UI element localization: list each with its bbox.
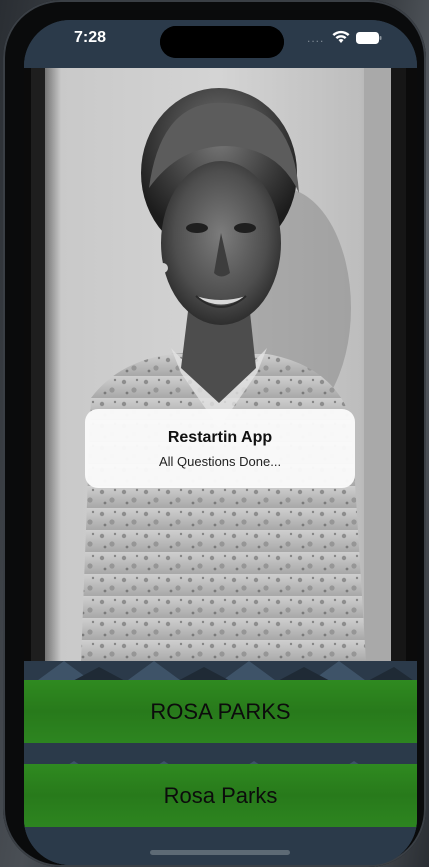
phone-screen: 7:28 .... Restartin App All Questions Do… <box>24 20 417 865</box>
status-bar: 7:28 .... <box>24 20 417 68</box>
bottom-area <box>24 827 417 865</box>
wifi-icon <box>332 30 350 43</box>
portrait-photo <box>31 68 406 661</box>
signal-dots: .... <box>307 31 325 45</box>
home-indicator[interactable] <box>150 850 290 855</box>
answer-button-2[interactable]: Rosa Parks <box>24 764 417 827</box>
alert-title: Restartin App <box>167 429 273 446</box>
battery-icon <box>356 32 382 44</box>
island-pill <box>160 26 238 58</box>
alert-dialog[interactable]: Restartin App All Questions Done... <box>85 409 355 488</box>
answer-button-1[interactable]: ROSA PARKS <box>24 680 417 743</box>
status-time: 7:28 <box>74 29 107 46</box>
alert-message: All Questions Done... <box>158 454 282 469</box>
phone-frame: 7:28 .... Restartin App All Questions Do… <box>3 0 426 867</box>
dynamic-island <box>160 26 284 58</box>
question-image <box>24 68 417 661</box>
front-camera-icon <box>250 26 284 58</box>
